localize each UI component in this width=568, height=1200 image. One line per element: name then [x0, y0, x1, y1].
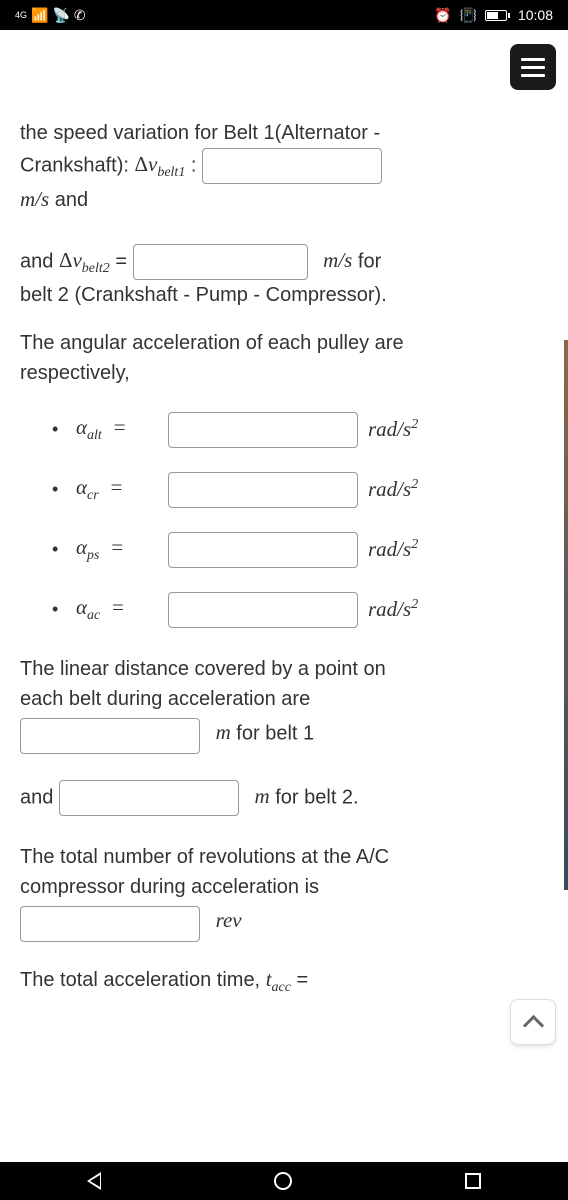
main-content: the speed variation for Belt 1(Alternato…	[0, 30, 568, 1162]
unit-m-belt1: m	[216, 720, 231, 744]
unit-rads2-ps: rad/s2	[368, 534, 418, 566]
bullet-icon: •	[52, 416, 76, 443]
input-dv-belt1[interactable]	[202, 148, 382, 184]
tacc-symbol: tacc	[266, 967, 291, 991]
paragraph-linear-dist: The linear distance covered by a point o…	[20, 654, 548, 754]
text-belt1-intro: the speed variation for Belt 1(Alternato…	[20, 122, 380, 144]
input-alpha-ps[interactable]	[168, 532, 358, 568]
signal-icon: 📶	[31, 7, 48, 24]
unit-rads2-ac: rad/s2	[368, 594, 418, 626]
input-dist-belt2[interactable]	[59, 780, 239, 816]
input-alpha-ac[interactable]	[168, 592, 358, 628]
row-alpha-ps: • αps = rad/s2	[52, 532, 548, 568]
text-crankshaft: Crankshaft):	[20, 154, 134, 176]
text-angular-2: respectively,	[20, 362, 130, 384]
text-and-1: and	[55, 189, 88, 211]
text-linear-2: each belt during acceleration are	[20, 688, 310, 710]
alpha-alt-label: αalt =	[76, 412, 168, 446]
paragraph-belt2: and Δvbelt2 = m/s for belt 2 (Crankshaft…	[20, 244, 548, 310]
unit-ms-1: m/s	[20, 187, 49, 211]
input-revolutions[interactable]	[20, 906, 200, 942]
paragraph-belt1: the speed variation for Belt 1(Alternato…	[20, 118, 548, 216]
scroll-to-top-button[interactable]	[510, 999, 556, 1045]
text-rev-2: compressor during acceleration is	[20, 876, 319, 898]
network-indicator: 4G	[15, 10, 27, 20]
input-dv-belt2[interactable]	[133, 244, 308, 280]
nav-back-button[interactable]	[87, 1172, 101, 1190]
status-left: 4G 📶 📡 ✆	[15, 7, 86, 24]
clock-time: 10:08	[518, 7, 553, 23]
text-colon: :	[191, 154, 202, 176]
unit-ms-2: m/s	[323, 248, 352, 272]
row-alpha-cr: • αcr = rad/s2	[52, 472, 548, 508]
whatsapp-icon: ✆	[74, 7, 86, 24]
unit-rev: rev	[216, 908, 242, 932]
background-edge	[564, 340, 568, 890]
row-alpha-alt: • αalt = rad/s2	[52, 412, 548, 448]
text-tacc: The total acceleration time,	[20, 969, 266, 991]
alpha-ps-label: αps =	[76, 532, 168, 566]
text-and-3: and	[20, 786, 59, 808]
text-for-belt1: for belt 1	[236, 722, 314, 744]
menu-button[interactable]	[510, 44, 556, 90]
paragraph-angular: The angular acceleration of each pulley …	[20, 328, 548, 388]
nav-home-button[interactable]	[274, 1172, 292, 1190]
text-belt2-desc: belt 2 (Crankshaft - Pump - Compressor).	[20, 284, 387, 306]
text-for-belt2: for belt 2.	[275, 786, 358, 808]
vibrate-icon: 📳	[460, 7, 477, 24]
text-and-2: and	[20, 250, 59, 272]
alpha-ac-label: αac =	[76, 592, 168, 626]
unit-m-belt2: m	[255, 784, 270, 808]
delta-v-belt2-symbol: Δvbelt2	[59, 248, 110, 272]
paragraph-dist-belt2: and m for belt 2.	[20, 780, 548, 816]
bullet-icon: •	[52, 596, 76, 623]
text-angular-1: The angular acceleration of each pulley …	[20, 332, 404, 354]
input-dist-belt1[interactable]	[20, 718, 200, 754]
alarm-icon: ⏰	[434, 7, 451, 24]
battery-icon	[485, 10, 510, 21]
bullet-icon: •	[52, 476, 76, 503]
text-equals-1: =	[115, 250, 132, 272]
paragraph-tacc: The total acceleration time, tacc =	[20, 964, 548, 998]
unit-rads2-cr: rad/s2	[368, 474, 418, 506]
input-alpha-alt[interactable]	[168, 412, 358, 448]
delta-v-belt1-symbol: ΔΔvvbelt1	[134, 152, 185, 176]
nav-recent-button[interactable]	[465, 1173, 481, 1189]
input-alpha-cr[interactable]	[168, 472, 358, 508]
text-rev-1: The total number of revolutions at the A…	[20, 846, 389, 868]
wifi-icon: 📡	[52, 7, 69, 24]
bullet-icon: •	[52, 536, 76, 563]
text-for-1: for	[358, 250, 381, 272]
text-linear-1: The linear distance covered by a point o…	[20, 658, 386, 680]
status-bar: 4G 📶 📡 ✆ ⏰ 📳 10:08	[0, 0, 568, 30]
paragraph-revolutions: The total number of revolutions at the A…	[20, 842, 548, 942]
status-right: ⏰ 📳 10:08	[434, 7, 553, 24]
row-alpha-ac: • αac = rad/s2	[52, 592, 548, 628]
unit-rads2-alt: rad/s2	[368, 414, 418, 446]
navigation-bar	[0, 1162, 568, 1200]
text-equals-2: =	[297, 969, 309, 991]
alpha-cr-label: αcr =	[76, 472, 168, 506]
